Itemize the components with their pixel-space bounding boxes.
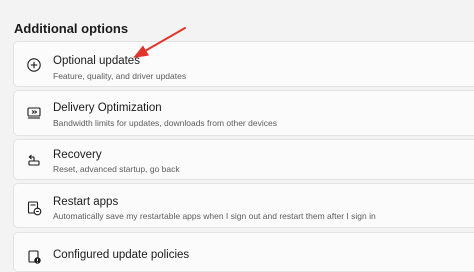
recovery-icon xyxy=(26,152,42,168)
delivery-optimization-icon xyxy=(26,105,42,121)
option-subtitle: Bandwidth limits for updates, downloads … xyxy=(53,118,277,128)
option-title: Delivery Optimization xyxy=(53,102,162,114)
restart-apps-card[interactable]: Restart apps Automatically save my resta… xyxy=(13,183,474,228)
option-title: Configured update policies xyxy=(53,249,190,261)
option-title: Optional updates xyxy=(53,55,140,67)
option-subtitle: Reset, advanced startup, go back xyxy=(53,164,180,174)
option-title: Recovery xyxy=(53,149,102,161)
option-title: Restart apps xyxy=(53,196,119,208)
option-subtitle: Automatically save my restartable apps w… xyxy=(53,211,376,221)
section-title: Additional options xyxy=(14,21,129,36)
option-subtitle: Feature, quality, and driver updates xyxy=(53,71,187,81)
update-policies-icon xyxy=(26,249,42,265)
delivery-optimization-card[interactable]: Delivery Optimization Bandwidth limits f… xyxy=(13,90,474,136)
recovery-card[interactable]: Recovery Reset, advanced startup, go bac… xyxy=(13,139,474,180)
optional-updates-card[interactable]: Optional updates Feature, quality, and d… xyxy=(13,41,474,87)
restart-apps-icon xyxy=(26,200,42,216)
configured-update-policies-card[interactable]: Configured update policies xyxy=(13,232,474,272)
plus-circle-icon xyxy=(26,57,42,73)
